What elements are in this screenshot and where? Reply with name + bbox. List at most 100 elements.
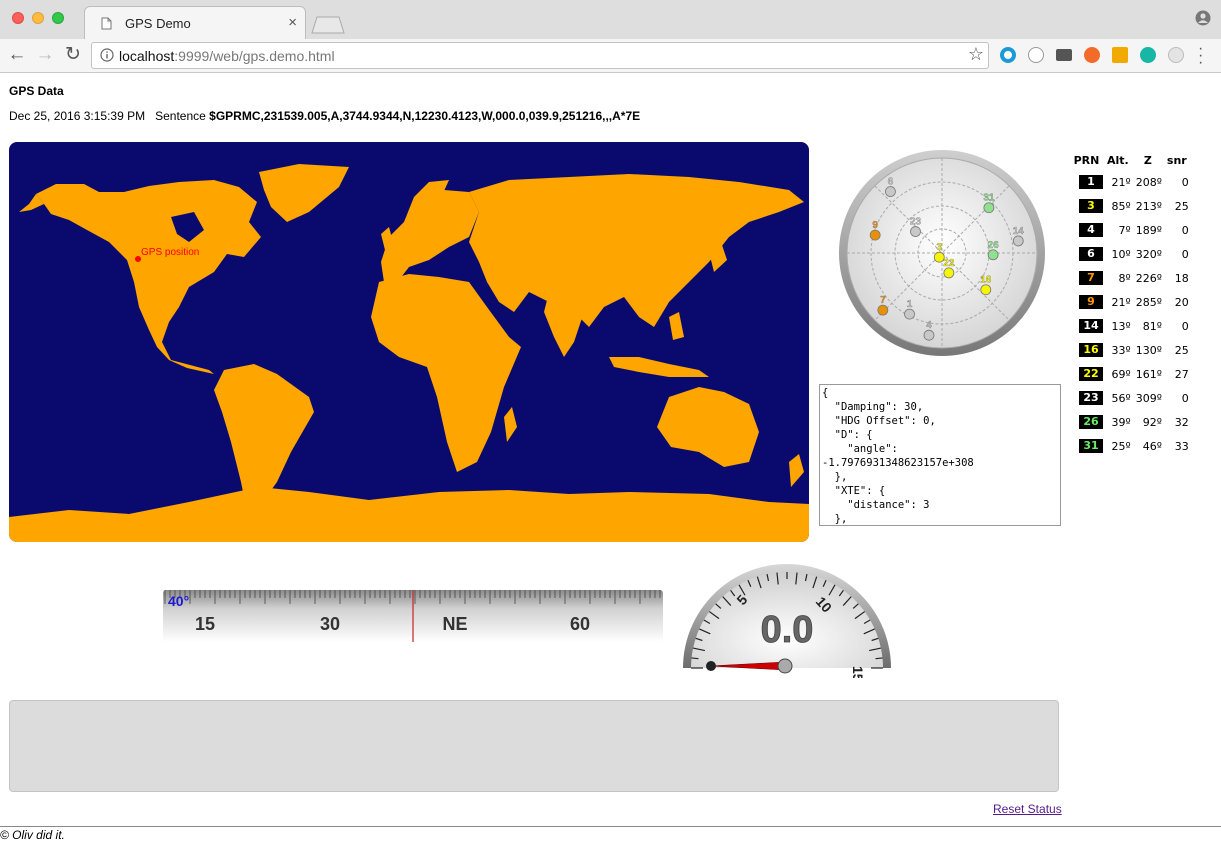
satellite-azimuth: 213º: [1135, 199, 1162, 213]
forward-arrow-icon[interactable]: →: [34, 44, 56, 66]
satellite-snr: 33: [1174, 439, 1189, 453]
prn-badge: 9: [1079, 295, 1103, 309]
browser-tab[interactable]: GPS Demo ×: [84, 6, 306, 40]
antarctica-land: [9, 487, 809, 542]
back-arrow-icon[interactable]: ←: [6, 44, 28, 66]
satellite-snr: 0: [1181, 175, 1189, 189]
speedometer-gauge: 5 10 15 0.0: [681, 562, 893, 682]
satellite-altitude: 25º: [1111, 439, 1131, 453]
prn-badge: 4: [1079, 223, 1103, 237]
window-minimize-button[interactable]: [32, 12, 44, 24]
satellite-azimuth: 161º: [1135, 367, 1162, 381]
compass-label-30: 30: [320, 614, 340, 634]
compass-heading-value: 40°: [168, 593, 189, 609]
satellite-altitude: 10º: [1111, 247, 1131, 261]
satellite-point-14: [1012, 235, 1024, 247]
status-json-textarea[interactable]: { "Damping": 30, "HDG Offset": 0, "D": {…: [819, 384, 1061, 526]
prn-badge: 26: [1079, 415, 1103, 429]
prn-badge: 7: [1079, 271, 1103, 285]
speed-value: 0.0: [761, 609, 814, 651]
satellite-azimuth: 46º: [1142, 439, 1162, 453]
prn-badge: 14: [1079, 319, 1103, 333]
satellite-snr: 0: [1181, 223, 1189, 237]
satellite-azimuth: 285º: [1135, 295, 1162, 309]
satellite-altitude: 85º: [1111, 199, 1131, 213]
window-zoom-button[interactable]: [52, 12, 64, 24]
satellite-snr: 20: [1174, 295, 1189, 309]
sentence-label: Sentence: [155, 109, 206, 123]
satellite-altitude: 21º: [1111, 175, 1131, 189]
browser-tab-strip: GPS Demo ×: [0, 0, 1221, 40]
satellite-azimuth: 226º: [1135, 271, 1162, 285]
satellite-altitude: 69º: [1111, 367, 1131, 381]
status-panel: [9, 700, 1059, 792]
address-bar[interactable]: localhost:9999/web/gps.demo.html ☆: [91, 42, 989, 69]
satellite-prn: 1: [1073, 170, 1107, 194]
satellite-prn: 9: [1073, 290, 1107, 314]
satellite-altitude: 8º: [1118, 271, 1131, 285]
prn-badge: 6: [1079, 247, 1103, 261]
satellite-snr: 27: [1174, 367, 1189, 381]
satellite-prn: 31: [1073, 434, 1107, 458]
satellite-altitude: 13º: [1111, 319, 1131, 333]
table-row: 23 56º 309º 0: [1073, 386, 1194, 410]
satellite-altitude: 39º: [1111, 415, 1131, 429]
browser-menu-icon[interactable]: · · ·: [1198, 41, 1203, 71]
nmea-sentence: $GPRMC,231539.005,A,3744.9344,N,12230.41…: [209, 109, 641, 123]
extension-orange-icon[interactable]: [1084, 47, 1100, 63]
satellite-prn: 4: [1073, 218, 1107, 242]
table-row: 6 10º 320º 0: [1073, 242, 1194, 266]
satellite-altitude: 33º: [1111, 343, 1131, 357]
info-icon: [100, 48, 114, 62]
satellite-altitude: 21º: [1111, 295, 1131, 309]
compass-label-ne: NE: [442, 614, 467, 634]
satellite-point-22: [943, 267, 955, 279]
satellite-label-7: 7: [880, 295, 886, 306]
extension-teal-icon[interactable]: [1140, 47, 1156, 63]
satellite-prn: 3: [1073, 194, 1107, 218]
satellite-point-1: [904, 308, 915, 320]
extension-yellow-icon[interactable]: [1112, 47, 1128, 63]
world-map-canvas: GPS position: [9, 164, 809, 542]
satellite-snr: 0: [1181, 247, 1189, 261]
new-tab-button[interactable]: [311, 16, 345, 34]
satellite-point-4: [923, 329, 935, 341]
reset-status-link[interactable]: Reset Status: [993, 802, 1062, 816]
satellite-prn: 6: [1073, 242, 1107, 266]
extension-mail-icon[interactable]: [1056, 49, 1072, 61]
table-row: 14 13º 81º 0: [1073, 314, 1194, 338]
satellite-label-1: 1: [907, 299, 913, 310]
asia-land: [469, 174, 804, 327]
extension-blue-ring-icon[interactable]: [1000, 47, 1016, 63]
world-map[interactable]: GPS position: [9, 142, 809, 542]
extension-shield-icon[interactable]: [1168, 47, 1184, 63]
url-text: localhost:9999/web/gps.demo.html: [119, 48, 335, 64]
table-row: 31 25º 46º 33: [1073, 434, 1194, 458]
window-close-button[interactable]: [12, 12, 24, 24]
prn-badge: 31: [1079, 439, 1103, 453]
reload-icon[interactable]: ↻: [62, 44, 84, 66]
satellite-azimuth: 92º: [1142, 415, 1162, 429]
satellite-snr: 0: [1181, 391, 1189, 405]
satellite-label-14: 14: [1013, 226, 1025, 237]
satellite-label-3: 3: [936, 242, 942, 253]
satellite-prn: 14: [1073, 314, 1107, 338]
footer-divider: [0, 826, 1221, 827]
satellite-label-4: 4: [926, 320, 932, 331]
satellite-azimuth: 320º: [1135, 247, 1162, 261]
page-icon: [101, 17, 112, 30]
satellite-azimuth: 309º: [1135, 391, 1162, 405]
table-row: 7 8º 226º 18: [1073, 266, 1194, 290]
satellite-point-6: [885, 186, 896, 197]
tab-close-icon[interactable]: ×: [288, 14, 297, 31]
satellite-point-7: [877, 304, 889, 316]
satellite-point-16: [980, 284, 992, 296]
table-row: 9 21º 285º 20: [1073, 290, 1194, 314]
bookmark-star-icon[interactable]: ☆: [968, 44, 984, 65]
browser-toolbar: ← → ↻ localhost:9999/web/gps.demo.html ☆…: [0, 39, 1221, 73]
extension-circle-icon[interactable]: [1028, 47, 1044, 63]
profile-icon[interactable]: [1195, 10, 1211, 26]
gps-position-label: GPS position: [141, 247, 199, 258]
prn-badge: 1: [1079, 175, 1103, 189]
table-row: 3 85º 213º 25: [1073, 194, 1194, 218]
